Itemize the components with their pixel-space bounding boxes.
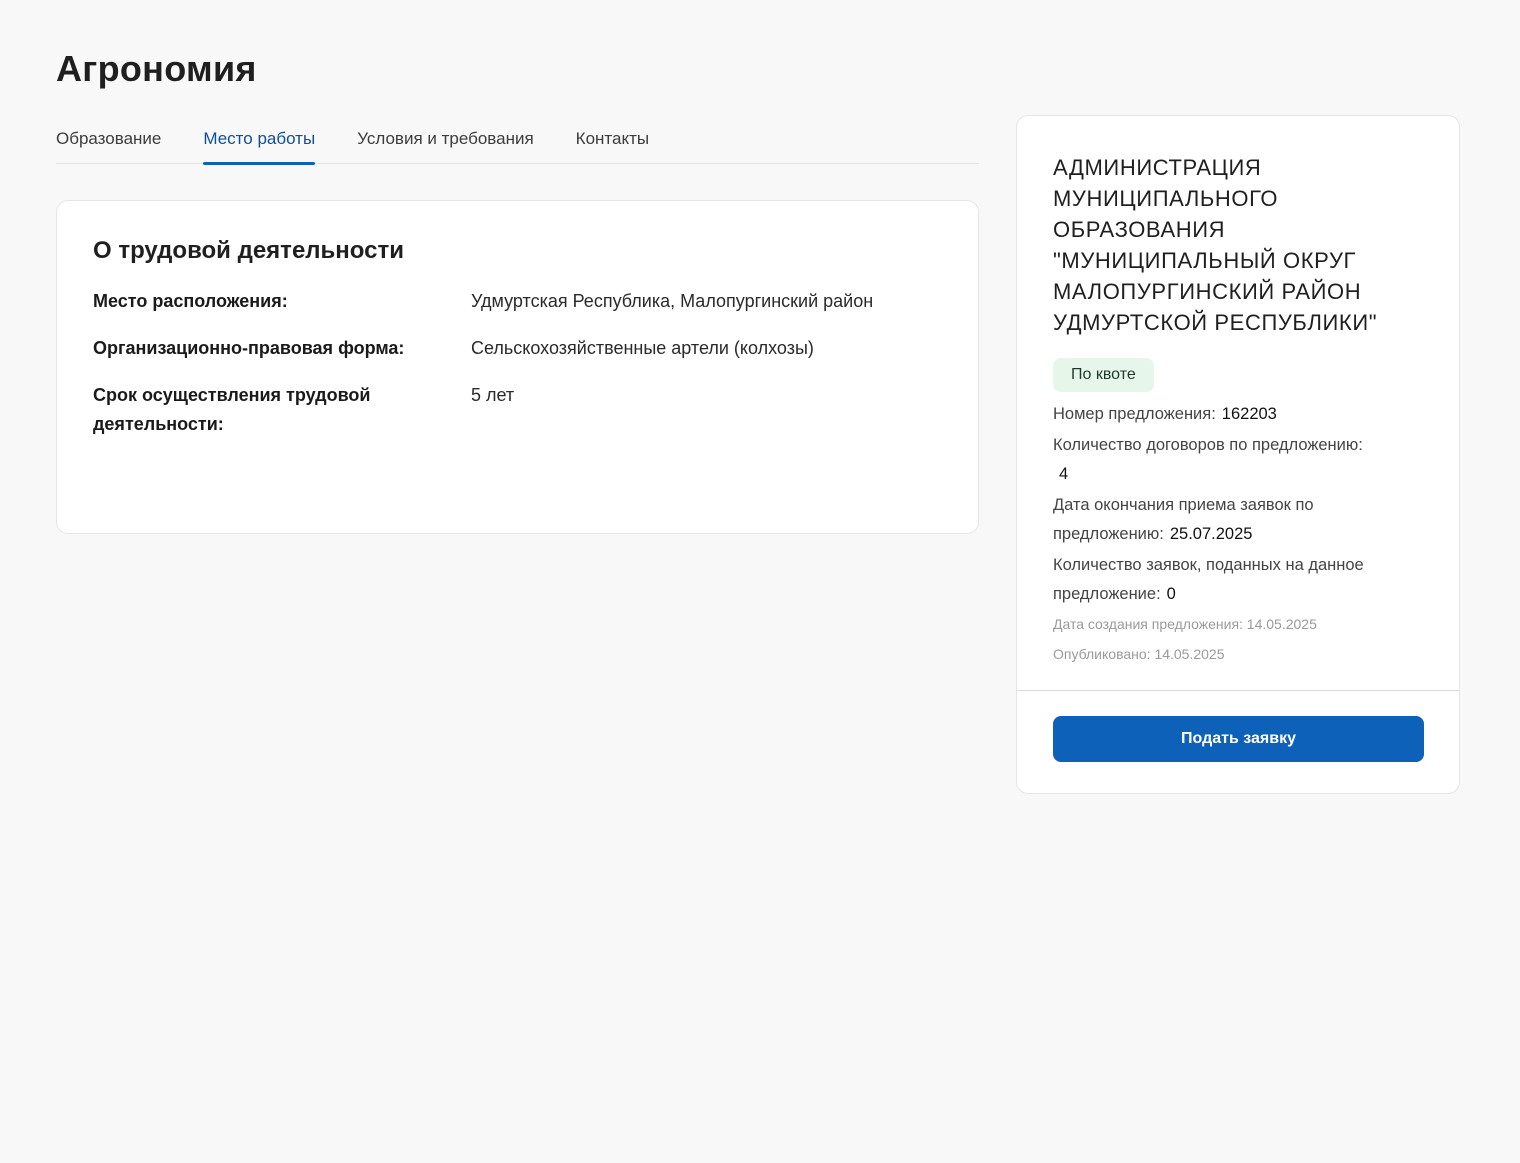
applications-label: Количество заявок, поданных на данное пр… xyxy=(1053,556,1364,603)
contracts-count: Количество договоров по предложению: 4 xyxy=(1053,431,1423,489)
offer-summary-card: АДМИНИСТРАЦИЯ МУНИЦИПАЛЬНОГО ОБРАЗОВАНИЯ… xyxy=(1016,115,1460,794)
term-value: 5 лет xyxy=(471,385,515,405)
deadline: Дата окончания приема заявок по предложе… xyxy=(1053,491,1423,549)
tab-conditions[interactable]: Условия и требования xyxy=(357,118,533,164)
contracts-value: 4 xyxy=(1059,465,1069,483)
applications-value: 0 xyxy=(1166,585,1176,603)
quota-badge: По квоте xyxy=(1053,358,1154,392)
tab-education[interactable]: Образование xyxy=(56,118,161,164)
tab-contacts[interactable]: Контакты xyxy=(576,118,649,164)
info-row-location: Место расположения: Удмуртская Республик… xyxy=(93,287,942,316)
term-label: Срок осуществления трудовой деятельности… xyxy=(93,385,371,434)
created-date: Дата создания предложения: 14.05.2025 xyxy=(1053,616,1317,632)
published-date: Опубликовано: 14.05.2025 xyxy=(1053,646,1225,662)
deadline-value: 25.07.2025 xyxy=(1169,525,1253,543)
work-info-card: О трудовой деятельности Место расположен… xyxy=(56,200,979,534)
organization-name: АДМИНИСТРАЦИЯ МУНИЦИПАЛЬНОГО ОБРАЗОВАНИЯ… xyxy=(1053,155,1378,335)
legal-form-label: Организационно-правовая форма: xyxy=(93,338,405,358)
info-row-term: Срок осуществления трудовой деятельности… xyxy=(93,381,942,439)
card-divider xyxy=(1017,690,1459,691)
apply-button[interactable]: Подать заявку xyxy=(1053,716,1424,762)
work-info-heading: О трудовой деятельности xyxy=(93,237,404,264)
applications-count: Количество заявок, поданных на данное пр… xyxy=(1053,551,1423,609)
offer-number-label: Номер предложения: xyxy=(1053,405,1216,423)
info-row-legal-form: Организационно-правовая форма: Сельскохо… xyxy=(93,334,942,363)
tab-workplace[interactable]: Место работы xyxy=(203,118,315,165)
offer-number-value: 162203 xyxy=(1221,405,1277,423)
page-title: Агрономия xyxy=(56,48,257,89)
legal-form-value: Сельскохозяйственные артели (колхозы) xyxy=(471,338,814,358)
page: Агрономия Образование Место работы Услов… xyxy=(0,0,1520,1163)
location-value: Удмуртская Республика, Малопургинский ра… xyxy=(471,291,874,311)
location-label: Место расположения: xyxy=(93,291,288,311)
contracts-label: Количество договоров по предложению: xyxy=(1053,436,1363,454)
offer-number: Номер предложения: 162203 xyxy=(1053,400,1423,429)
tab-bar: Образование Место работы Условия и требо… xyxy=(56,118,979,165)
